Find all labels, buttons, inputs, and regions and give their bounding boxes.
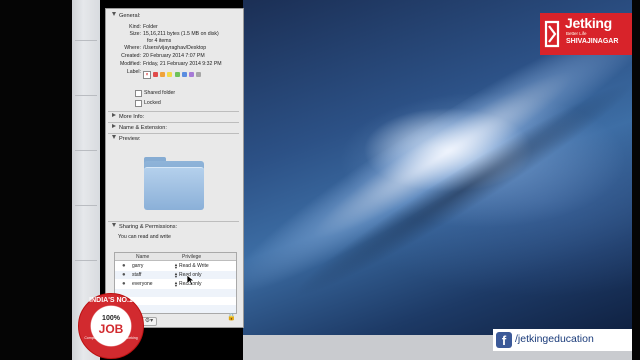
label-color-swatch[interactable] bbox=[181, 72, 187, 77]
privilege-popup[interactable]: Read & Write bbox=[179, 263, 209, 269]
disclosure-open-icon[interactable] bbox=[112, 135, 116, 139]
shared-folder-checkbox[interactable] bbox=[135, 90, 142, 97]
column-privilege-header[interactable]: Privilege bbox=[182, 254, 201, 260]
size-label: Size: bbox=[129, 31, 141, 37]
job-guarantee-badge: INDIA'S NO.1 100% JOB Computer Hardware … bbox=[78, 293, 144, 359]
table-row[interactable]: ● everyone ▲ ▼ Read only bbox=[115, 280, 236, 288]
group-icon: ● bbox=[122, 272, 126, 278]
separator bbox=[108, 133, 239, 134]
more-info-header[interactable]: More Info: bbox=[112, 113, 144, 120]
column-name-header[interactable]: Name bbox=[136, 254, 149, 260]
table-row[interactable]: ● staff ▲ ▼ Read only bbox=[115, 271, 236, 279]
separator bbox=[108, 111, 239, 112]
info-panel: General: Kind: Folder Size: 15,16,211 by… bbox=[105, 8, 244, 328]
separator bbox=[108, 122, 239, 123]
logo-tagline: Better Life bbox=[566, 31, 587, 36]
facebook-icon: f bbox=[496, 332, 512, 348]
label-color-swatch[interactable] bbox=[160, 72, 166, 77]
label-color-swatch[interactable] bbox=[153, 72, 158, 77]
name-extension-header[interactable]: Name & Extension: bbox=[112, 124, 167, 131]
label-label: Label: bbox=[126, 69, 141, 75]
preview-header[interactable]: Preview: bbox=[112, 135, 140, 142]
created-value: 20 February 2014 7:07 PM bbox=[143, 53, 205, 59]
table-row[interactable]: ● garry ▲ ▼ Read & Write bbox=[115, 262, 236, 270]
badge-percent: 100% bbox=[102, 315, 120, 322]
size-items-value: for 4 items bbox=[147, 38, 172, 44]
left-black-bar bbox=[0, 0, 72, 360]
label-color-swatch[interactable] bbox=[189, 72, 194, 77]
disclosure-closed-icon[interactable] bbox=[112, 124, 116, 128]
right-black-bar bbox=[632, 0, 640, 360]
kind-value: Folder bbox=[143, 24, 158, 30]
label-color-swatch[interactable] bbox=[174, 72, 180, 77]
folder-preview-icon bbox=[142, 155, 206, 211]
shared-folder-label: Shared folder bbox=[144, 90, 176, 96]
facebook-handle: /jetkingeducation bbox=[515, 333, 594, 345]
locked-label: Locked bbox=[144, 100, 161, 106]
facebook-banner: f /jetkingeducation bbox=[493, 329, 632, 351]
sharing-permissions-header[interactable]: Sharing & Permissions: bbox=[112, 223, 177, 230]
kind-label: Kind: bbox=[129, 24, 141, 30]
logo-name: Jetking bbox=[565, 15, 612, 31]
logo-city: SHIVAJINAGAR bbox=[566, 38, 619, 45]
modified-label: Modified: bbox=[119, 61, 141, 67]
locked-checkbox[interactable] bbox=[135, 100, 142, 107]
where-value: /Users/vijayraghav/Desktop bbox=[143, 45, 207, 51]
label-color-swatch[interactable] bbox=[196, 72, 202, 77]
no-label-button[interactable]: × bbox=[143, 71, 151, 79]
user-icon: ● bbox=[122, 263, 126, 269]
where-label: Where: bbox=[124, 45, 141, 51]
badge-subtitle: Computer Hardware & Networking Institute bbox=[84, 336, 138, 344]
permissions-header: Name Privilege bbox=[115, 253, 236, 261]
sharing-status: You can read and write bbox=[118, 234, 171, 240]
stepper-icon[interactable]: ▲ ▼ bbox=[174, 281, 178, 288]
jetking-mark-icon bbox=[544, 20, 560, 48]
label-color-swatch[interactable] bbox=[167, 72, 173, 77]
size-value: 15,16,211 bytes (1.5 MB on disk) bbox=[143, 31, 219, 37]
screen: General: Kind: Folder Size: 15,16,211 by… bbox=[0, 0, 640, 360]
group-icon: ● bbox=[122, 281, 126, 287]
created-label: Created: bbox=[121, 53, 141, 59]
disclosure-open-icon[interactable] bbox=[112, 223, 116, 227]
separator bbox=[108, 221, 239, 222]
badge-job: JOB bbox=[98, 322, 124, 336]
modified-value: Friday, 21 February 2014 9:32 PM bbox=[143, 61, 222, 67]
disclosure-open-icon[interactable] bbox=[112, 12, 116, 16]
stepper-icon[interactable]: ▲ ▼ bbox=[174, 272, 178, 279]
general-section-header[interactable]: General: bbox=[112, 12, 140, 19]
jetking-logo: Jetking Better Life SHIVAJINAGAR bbox=[540, 13, 632, 55]
stepper-icon[interactable]: ▲ ▼ bbox=[174, 263, 178, 270]
disclosure-closed-icon[interactable] bbox=[112, 113, 116, 117]
badge-title: INDIA'S NO.1 bbox=[89, 297, 133, 304]
mouse-cursor-icon bbox=[187, 275, 195, 286]
lock-icon[interactable]: 🔒 bbox=[227, 314, 236, 322]
table-row bbox=[115, 289, 236, 297]
